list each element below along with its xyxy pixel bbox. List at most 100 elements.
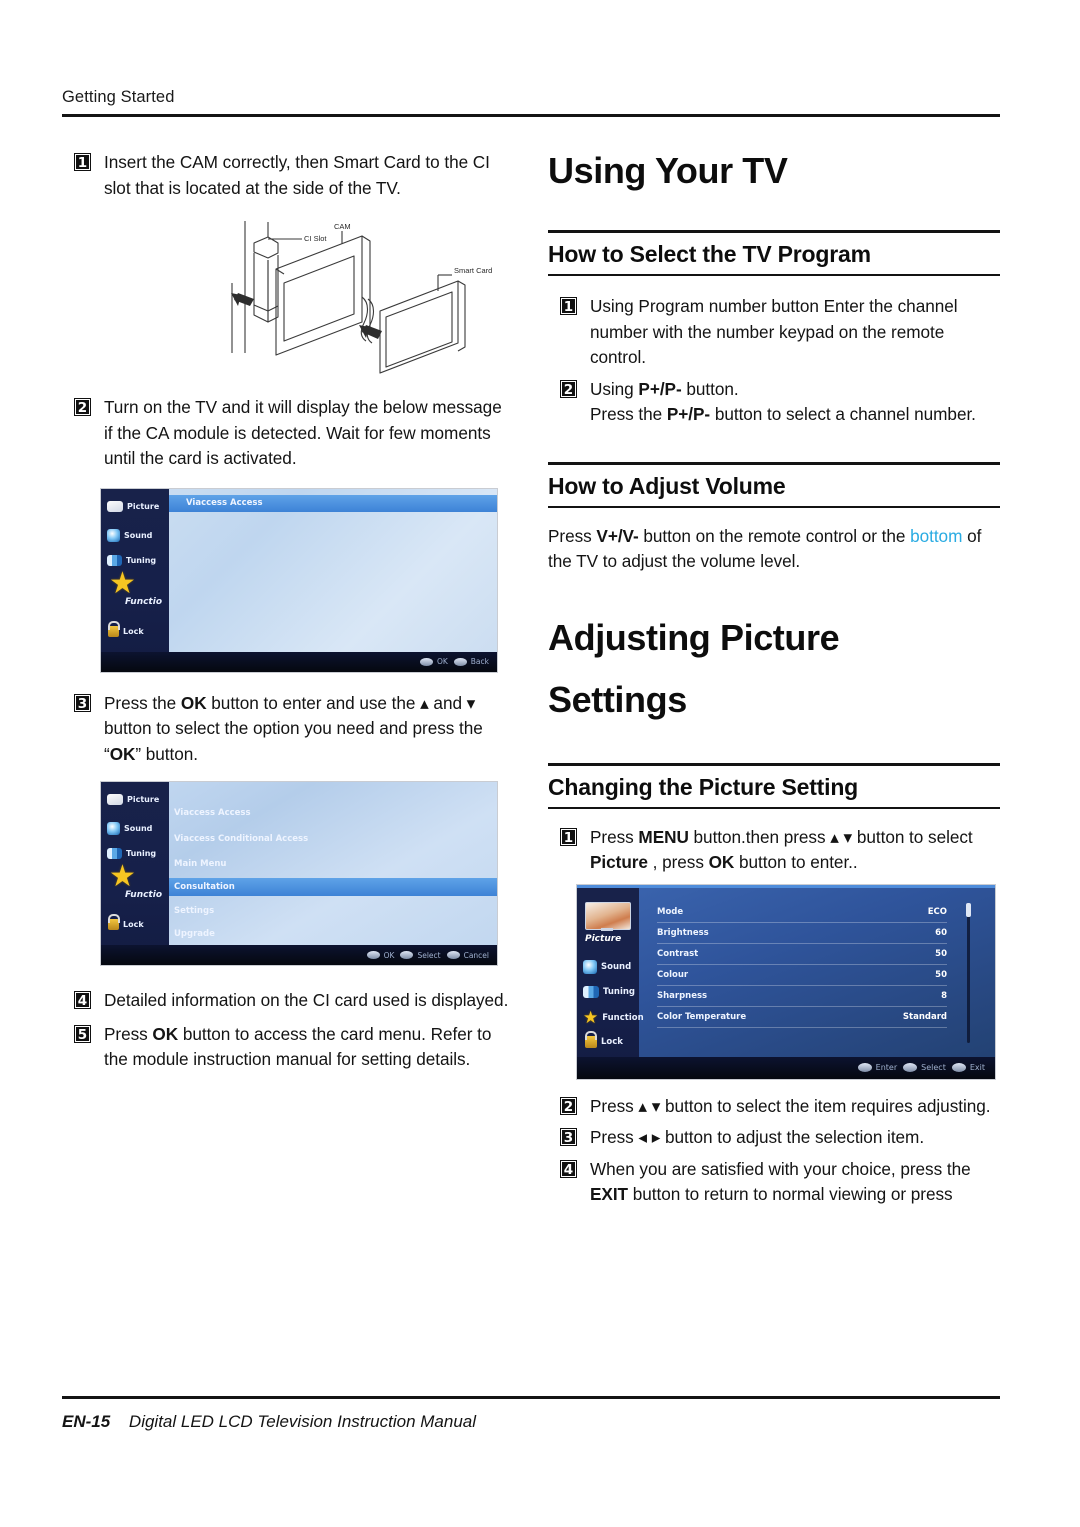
picture-icon-stand [601, 927, 613, 931]
osd-setting-value[interactable]: 50 [935, 949, 947, 959]
osd-sidebar-item-lock[interactable]: Lock [585, 1035, 623, 1048]
osd-sidebar-item-sound[interactable]: Sound [583, 959, 631, 974]
osd-menu-row-selected[interactable]: Consultation [174, 882, 235, 892]
step-number-badge: 1 [560, 297, 577, 315]
osd-hint-select: Select [400, 951, 441, 960]
osd-sidebar-item-sound[interactable]: Sound [107, 822, 152, 835]
osd-row-separator [657, 921, 947, 923]
header-rule [62, 114, 1000, 117]
osd-setting-label[interactable]: Color Temperature [657, 1012, 746, 1022]
section-heading-select-tv-program: How to Select the TV Program [548, 230, 1000, 276]
osd-row-separator [657, 1026, 947, 1028]
tuning-icon [583, 985, 599, 998]
osd-row-separator [657, 984, 947, 986]
osd-sidebar-item-function[interactable]: ★ Function [583, 1007, 644, 1028]
star-icon: ★ [109, 859, 136, 894]
osd-sidebar-item-tuning[interactable]: Tuning [107, 554, 156, 566]
osd-hint-bar: OK Back [101, 651, 497, 672]
picture-icon [107, 794, 123, 805]
step-number-badge: 1 [560, 827, 577, 846]
step-number-badge: 2 [74, 398, 91, 416]
step-number-badge: 1 [74, 153, 91, 171]
key-icon [366, 951, 380, 959]
osd-menu-row[interactable]: Main Menu [174, 859, 226, 869]
key-icon [419, 657, 433, 666]
osd-menu-row[interactable]: Viaccess Access [174, 808, 251, 818]
osd-sidebar: Picture Sound Tuning ★ Function Lock [577, 887, 644, 1079]
step-item: 2 Using P+/P- button. Press the P+/P- but… [548, 377, 1000, 428]
step-text: Press the OK button to enter and use the… [104, 692, 483, 764]
osd-setting-label[interactable]: Contrast [657, 949, 698, 959]
tv-osd-screenshot-viaccess-access: Viaccess Access Picture Sound Tuning ★ F… [100, 487, 498, 673]
step-text: Insert the CAM correctly, then Smart Car… [104, 152, 490, 198]
step-item: 3 Press the OK button to enter and use t… [62, 691, 514, 768]
osd-sidebar-item-picture[interactable]: Picture [107, 500, 159, 512]
osd-menu-row[interactable]: Upgrade [174, 929, 215, 939]
osd-scrollbar-track[interactable] [967, 902, 970, 1043]
step-number-badge: 5 [74, 1024, 91, 1043]
step-item: 4 Detailed information on the CI card us… [62, 988, 514, 1014]
osd-row-separator [657, 1005, 947, 1007]
osd-scrollbar-thumb[interactable] [966, 902, 971, 917]
osd-sidebar-item-lock[interactable]: Lock [108, 919, 144, 930]
osd-menu-row[interactable]: Settings [174, 906, 214, 916]
step-item: 2 Turn on the TV and it will display the… [62, 395, 514, 472]
osd-setting-value[interactable]: 8 [941, 991, 947, 1001]
key-icon [446, 951, 460, 959]
running-head: Getting Started [62, 88, 175, 106]
footer-rule [62, 1396, 1000, 1399]
osd-hint-ok: OK [366, 951, 394, 960]
label-ci-slot: CI Slot [304, 234, 327, 243]
step-number-badge: 2 [560, 379, 577, 398]
step-number-badge: 3 [74, 693, 91, 712]
osd-sidebar-item-sound[interactable]: Sound [107, 528, 152, 542]
osd-sidebar-item-tuning[interactable]: Tuning [583, 985, 635, 998]
step-item: 1 Press MENU button.then press ▴ ▾ butto… [548, 825, 1000, 876]
osd-setting-value[interactable]: ECO [928, 907, 947, 917]
osd-setting-value[interactable]: 50 [935, 970, 947, 980]
osd-row-separator [657, 942, 947, 944]
lock-icon [585, 1035, 597, 1048]
footer-title: Digital LED LCD Television Instruction M… [128, 1412, 477, 1431]
footer: EN-15 Digital LED LCD Television Instruc… [62, 1412, 1000, 1432]
osd-setting-label[interactable]: Mode [657, 907, 683, 917]
osd-sidebar-item-picture[interactable]: Picture [107, 794, 159, 805]
osd-sidebar-item-tuning[interactable]: Tuning [107, 848, 156, 859]
label-cam: CAM [334, 222, 351, 231]
step-number-badge: 3 [560, 1128, 577, 1146]
key-icon [453, 657, 467, 666]
osd-sidebar-item-lock[interactable]: Lock [108, 625, 144, 637]
step-number-badge: 4 [74, 991, 91, 1009]
step-item: 1 Insert the CAM correctly, then Smart C… [62, 150, 514, 201]
osd-setting-value[interactable]: Standard [903, 1012, 947, 1022]
right-column: Using Your TV How to Select the TV Progr… [548, 150, 1000, 1214]
osd-hint-exit: Exit [951, 1063, 985, 1072]
step-text: Press MENU button.then press ▴ ▾ button … [590, 826, 973, 873]
volume-body: Press V+/V- button on the remote control… [548, 524, 1000, 575]
osd-hint-ok: OK [419, 657, 448, 666]
tuning-icon [107, 848, 122, 859]
volume-body-text: Press V+/V- button on the remote control… [548, 525, 982, 572]
osd-setting-label[interactable]: Brightness [657, 928, 709, 938]
osd-hint-bar: OK Select Cancel [101, 945, 497, 965]
osd-sidebar-item-picture[interactable]: Picture [585, 934, 621, 944]
osd-setting-label[interactable]: Colour [657, 970, 688, 980]
osd-setting-label[interactable]: Sharpness [657, 991, 707, 1001]
osd-hint-select: Select [903, 1063, 946, 1072]
osd-hint-cancel: Cancel [446, 951, 489, 960]
section-heading-adjust-volume: How to Adjust Volume [548, 461, 1000, 508]
osd-title-row: Viaccess Access [186, 497, 263, 508]
tv-osd-screenshot-picture-menu: Picture Sound Tuning ★ Function Lock Mod… [576, 883, 996, 1080]
osd-top-accent [577, 884, 995, 888]
osd-sidebar-item-function[interactable]: ★ Functio [107, 862, 162, 901]
osd-menu-row[interactable]: Viaccess Conditional Access [174, 834, 308, 844]
star-icon: ★ [583, 1007, 599, 1028]
page-number: EN-15 [62, 1412, 111, 1431]
step-text: Press ◂ ▸ button to adjust the selection… [590, 1127, 925, 1147]
osd-setting-value[interactable]: 60 [935, 928, 947, 938]
step-text: Turn on the TV and it will display the b… [104, 397, 502, 468]
step-item: 2 Press ▴ ▾ button to select the item re… [548, 1094, 1000, 1120]
manual-page: Getting Started 1 Insert the CAM correct… [0, 0, 1080, 1527]
osd-sidebar-item-function[interactable]: ★ Functio [107, 568, 162, 607]
step-text: Press OK button to access the card menu.… [104, 1023, 492, 1070]
